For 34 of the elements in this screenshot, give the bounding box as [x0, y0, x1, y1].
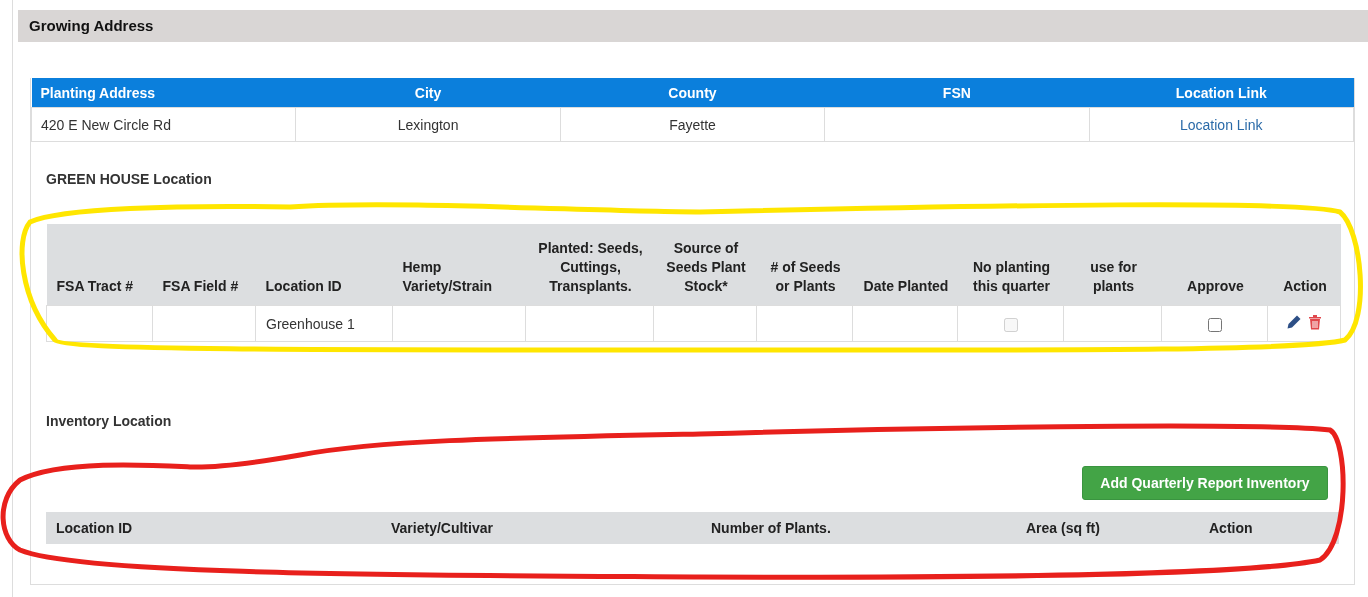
- section-title: Inventory Location: [46, 413, 173, 429]
- edit-icon[interactable]: [1286, 314, 1302, 330]
- column-header: FSA Tract #: [46, 224, 153, 306]
- column-header: Action: [1267, 224, 1341, 306]
- column-header: Area (sq ft): [1026, 520, 1100, 536]
- column-header: Source of Seeds Plant Stock*: [653, 224, 757, 306]
- column-header: FSA Field #: [152, 224, 256, 306]
- table-cell: 420 E New Circle Rd: [31, 107, 296, 142]
- table-cell: Fayette: [560, 107, 825, 142]
- column-header: Planting Address: [31, 78, 296, 108]
- column-header: Variety/Cultivar: [391, 520, 493, 536]
- column-header: County: [560, 78, 825, 108]
- location-link[interactable]: Location Link: [1180, 116, 1263, 133]
- column-header: Location Link: [1089, 78, 1354, 108]
- table-cell: Greenhouse 1: [255, 305, 393, 342]
- column-header: No planting this quarter: [957, 224, 1064, 306]
- section-header: Growing Address: [18, 10, 1368, 42]
- column-header: City: [295, 78, 561, 108]
- column-header: FSN: [824, 78, 1090, 108]
- add-inventory-button[interactable]: Add Quarterly Report Inventory: [1082, 466, 1328, 500]
- column-header: Number of Plants.: [711, 520, 831, 536]
- column-header: # of Seeds or Plants: [756, 224, 853, 306]
- column-header: Approve: [1161, 224, 1268, 306]
- column-header: use for plants: [1063, 224, 1162, 306]
- section-title: GREEN HOUSE Location: [46, 171, 213, 187]
- column-header: Date Planted: [852, 224, 958, 306]
- column-header: Location ID: [56, 520, 133, 536]
- column-header: Location ID: [255, 224, 393, 306]
- table-cell: Lexington: [295, 107, 561, 142]
- column-header: Planted: Seeds, Cuttings, Transplants.: [525, 224, 654, 306]
- column-header: Action: [1209, 520, 1253, 536]
- trash-icon[interactable]: [1308, 314, 1322, 330]
- column-header: Hemp Variety/Strain: [392, 224, 526, 306]
- checkbox[interactable]: [1207, 317, 1222, 332]
